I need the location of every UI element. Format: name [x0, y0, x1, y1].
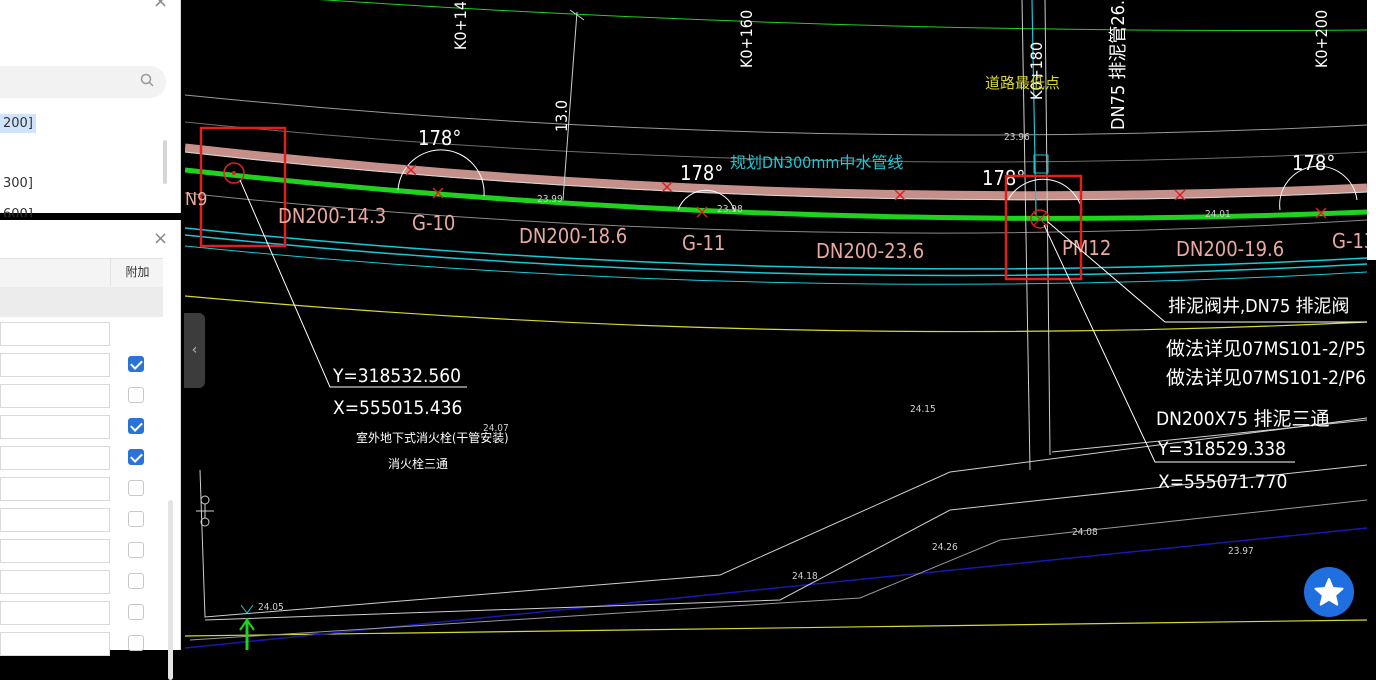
spot-level: 23.97	[1228, 546, 1254, 557]
right-toolbar-edge	[1367, 0, 1376, 260]
cad-drawing-canvas[interactable]: K0+140 K0+160 K0+180 K0+200 13.0 DN75 排泥…	[185, 0, 1367, 650]
add-checkbox[interactable]	[128, 542, 144, 558]
dn75-label: DN75 排泥管26.8m	[1108, 0, 1129, 130]
property-row	[0, 504, 163, 535]
station-label: K0+200	[1312, 10, 1331, 68]
add-checkbox[interactable]	[128, 573, 144, 589]
spot-level: 24.15	[910, 404, 936, 415]
dimension-label: 13.0	[552, 100, 571, 132]
tree-item[interactable]: 200]	[0, 114, 36, 133]
angle-label: 178°	[982, 166, 1025, 190]
property-group-row[interactable]	[0, 287, 163, 317]
property-row	[0, 628, 163, 659]
add-checkbox[interactable]	[128, 511, 144, 527]
scrollbar[interactable]	[163, 140, 167, 184]
pipe-label: DN200-14.3	[278, 204, 386, 228]
spot-level: 23.98	[717, 204, 743, 215]
add-checkbox[interactable]	[128, 356, 144, 372]
spot-level: 24.08	[1072, 527, 1098, 538]
property-row	[0, 566, 163, 597]
callout-coordinate: X=555071.770	[1158, 471, 1287, 493]
spot-level: 24.01	[1205, 209, 1231, 220]
pipe-label: N9	[185, 189, 207, 210]
pipe-label: G-10	[412, 211, 455, 235]
add-checkbox[interactable]	[128, 480, 144, 496]
callout-coordinate: Y=318529.338	[1157, 438, 1286, 460]
angle-label: 178°	[1292, 151, 1335, 175]
pipe-label: DN200-18.6	[519, 224, 627, 248]
pipe-label: DN200-23.6	[816, 239, 924, 263]
property-row	[0, 473, 163, 504]
water-main-label: 规划DN300mm中水管线	[730, 153, 903, 172]
angle-label: 178°	[680, 161, 723, 185]
pipe-label: DN200-19.6	[1176, 237, 1284, 261]
property-row	[0, 535, 163, 566]
station-label: K0+160	[737, 10, 756, 68]
property-value-field[interactable]	[0, 415, 110, 439]
property-value-field[interactable]	[0, 477, 110, 501]
spot-level: 23.96	[1004, 132, 1030, 143]
spot-level: 23.99	[537, 194, 563, 205]
callout-note: DN200X75 排泥三通	[1156, 408, 1329, 430]
pipe-label: PM12	[1062, 236, 1111, 260]
pipe-label: G-11	[682, 231, 725, 255]
property-row	[0, 380, 163, 411]
spot-level: 24.05	[258, 602, 284, 613]
property-value-field[interactable]	[0, 322, 110, 346]
layer-tree-panel: × 200] 300] 600]	[0, 0, 181, 217]
add-checkbox[interactable]	[128, 604, 144, 620]
callout-note: 做法详见07MS101-2/P58	[1166, 338, 1367, 360]
property-row	[0, 442, 163, 473]
favorite-button[interactable]	[1304, 567, 1354, 617]
callout-coordinate: Y=318532.560	[332, 365, 461, 387]
pipe-label: G-13	[1332, 229, 1367, 253]
star-icon	[1314, 578, 1344, 606]
callout-coordinate: X=555015.436	[333, 397, 462, 419]
property-value-field[interactable]	[0, 446, 110, 470]
property-value-field[interactable]	[0, 353, 110, 377]
tree-item[interactable]: 600]	[0, 205, 36, 217]
property-value-field[interactable]	[0, 384, 110, 408]
lowest-point-label: 道路最低点	[985, 74, 1060, 92]
scrollbar[interactable]	[168, 500, 173, 680]
property-row	[0, 349, 163, 380]
station-label: K0+140	[451, 0, 470, 50]
tree-item[interactable]: 300]	[0, 174, 36, 193]
callout-note: 消火栓三通	[388, 456, 448, 471]
properties-panel: × 附加	[0, 220, 181, 680]
property-row	[0, 411, 163, 442]
callout-note: 排泥阀井,DN75 排泥阀	[1168, 296, 1349, 317]
property-value-field[interactable]	[0, 601, 110, 625]
property-value-field[interactable]	[0, 539, 110, 563]
column-header-add: 附加	[110, 258, 164, 286]
callout-note: 做法详见07MS101-2/P66	[1166, 367, 1367, 389]
property-row	[0, 318, 163, 349]
add-checkbox[interactable]	[128, 387, 144, 403]
property-value-field[interactable]	[0, 632, 110, 656]
property-value-field[interactable]	[0, 508, 110, 532]
spot-level: 24.07	[483, 423, 509, 434]
add-checkbox[interactable]	[128, 449, 144, 465]
search-icon[interactable]	[140, 73, 154, 87]
search-input[interactable]	[0, 66, 166, 98]
spot-level: 24.26	[932, 542, 958, 553]
close-icon[interactable]: ×	[153, 228, 168, 249]
add-checkbox[interactable]	[128, 418, 144, 434]
spot-level: 24.18	[792, 571, 818, 582]
close-icon[interactable]: ×	[153, 0, 168, 12]
property-value-field[interactable]	[0, 570, 110, 594]
add-checkbox[interactable]	[128, 635, 144, 651]
property-row	[0, 597, 163, 628]
angle-label: 178°	[418, 126, 461, 150]
